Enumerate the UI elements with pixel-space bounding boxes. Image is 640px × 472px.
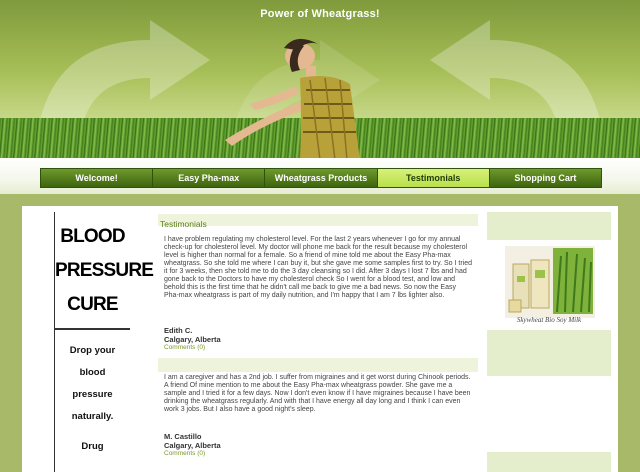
- right-top-band: [487, 212, 611, 240]
- comments-link-2[interactable]: Comments (0): [164, 450, 364, 457]
- sidebar-text-3: pressure: [72, 389, 113, 400]
- author-name-1: Edith C.: [164, 326, 193, 335]
- testimonial-signature-2: M. Castillo Calgary, Alberta Comments (0…: [164, 432, 364, 457]
- sidebar-text-5: Drug: [81, 441, 104, 452]
- left-sidebar: BLOOD PRESSURE CURE Drop your blood pres…: [54, 212, 154, 472]
- sidebar-divider: [55, 328, 130, 330]
- page-heading: Testimonials: [160, 219, 207, 229]
- testimonial-text-2: I am a caregiver and has a 2nd job. I su…: [164, 374, 471, 413]
- testimonial-signature-1: Edith C. Calgary, Alberta Comments (0): [164, 326, 364, 351]
- sidebar-text-1: Drop your: [69, 345, 116, 356]
- right-band-2: [487, 330, 611, 376]
- blood-pressure-line1: BLOOD: [60, 226, 125, 247]
- sidebar-text-4: naturally.: [71, 411, 114, 422]
- right-band-3: [487, 452, 611, 472]
- blood-pressure-line2: PRESSURE: [55, 260, 154, 281]
- blood-pressure-line3: CURE: [67, 294, 118, 315]
- testimonial-text-1: I have problem regulating my cholesterol…: [164, 236, 473, 299]
- author-location-2: Calgary, Alberta: [164, 441, 221, 450]
- nav-welcome[interactable]: Welcome!: [40, 168, 153, 188]
- nav-easy-pha-max[interactable]: Easy Pha-max: [152, 168, 265, 188]
- comments-link-1[interactable]: Comments (0): [164, 344, 364, 351]
- site-title: Power of Wheatgrass!: [260, 8, 380, 20]
- right-sidebar: Skywheat Bio Soy Milk: [487, 212, 611, 472]
- author-name-2: M. Castillo: [164, 432, 202, 441]
- separator-band: [158, 358, 478, 372]
- sidebar-text-2: blood: [79, 367, 106, 378]
- product-caption[interactable]: Skywheat Bio Soy Milk: [487, 316, 611, 324]
- nav-wheatgrass-products[interactable]: Wheatgrass Products: [264, 168, 377, 188]
- main-nav: Welcome! Easy Pha-max Wheatgrass Product…: [40, 168, 603, 188]
- main-content: Testimonials I have problem regulating m…: [158, 214, 478, 472]
- nav-shopping-cart[interactable]: Shopping Cart: [488, 168, 603, 188]
- author-location-1: Calgary, Alberta: [164, 335, 221, 344]
- woman-image: [225, 38, 360, 160]
- header-banner: Power of Wheatgrass!: [0, 0, 640, 160]
- nav-testimonials[interactable]: Testimonials: [376, 168, 489, 188]
